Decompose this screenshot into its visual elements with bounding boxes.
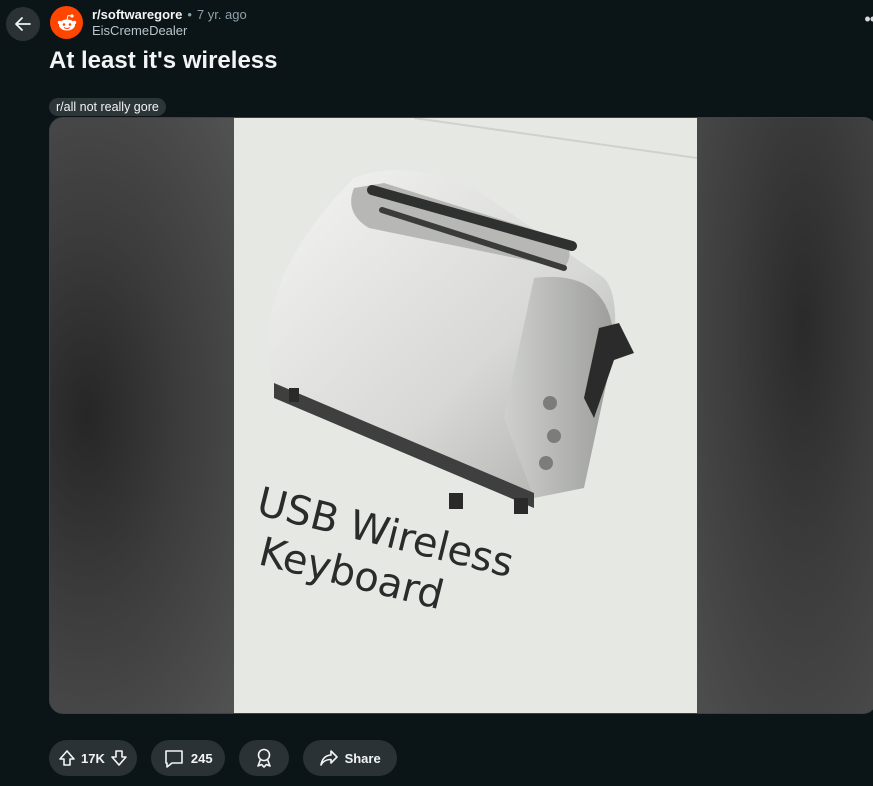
post-meta: r/softwaregore • 7 yr. ago EisCremeDeale… xyxy=(92,7,247,39)
post-author[interactable]: EisCremeDealer xyxy=(92,23,247,39)
image-blur-left xyxy=(50,118,235,713)
share-icon xyxy=(319,750,338,766)
back-button[interactable] xyxy=(6,7,40,41)
upvote-button[interactable] xyxy=(57,748,77,768)
comments-button[interactable]: 245 xyxy=(150,740,225,776)
downvote-button[interactable] xyxy=(109,748,129,768)
toaster-photo: USB Wireless Keyboard xyxy=(234,118,697,713)
vote-count: 17K xyxy=(81,750,105,766)
vote-controls: 17K xyxy=(49,740,137,776)
comment-count: 245 xyxy=(190,750,213,766)
comment-icon xyxy=(165,750,183,768)
downvote-icon xyxy=(111,750,127,766)
upvote-icon xyxy=(59,750,75,766)
overflow-menu-button[interactable]: •• xyxy=(864,9,873,30)
post-age: 7 yr. ago xyxy=(196,7,247,22)
share-label: Share xyxy=(344,750,381,766)
post-title: At least it's wireless xyxy=(49,47,278,74)
image-blur-right xyxy=(694,118,873,713)
back-arrow-icon xyxy=(15,17,31,31)
post-page: r/softwaregore • 7 yr. ago EisCremeDeale… xyxy=(0,0,873,786)
subreddit-name[interactable]: r/softwaregore xyxy=(92,7,182,23)
overflow-dots-icon: •• xyxy=(864,9,873,29)
award-icon xyxy=(256,748,271,768)
subreddit-avatar[interactable] xyxy=(50,6,83,39)
share-button[interactable]: Share xyxy=(302,740,397,776)
post-flair[interactable]: r/all not really gore xyxy=(49,98,166,116)
post-actions: 17K 245 Share xyxy=(49,740,397,776)
award-button[interactable] xyxy=(238,740,289,776)
post-image[interactable]: USB Wireless Keyboard xyxy=(49,117,873,714)
meta-separator: • xyxy=(187,7,192,22)
reddit-snoo-icon xyxy=(57,13,76,30)
